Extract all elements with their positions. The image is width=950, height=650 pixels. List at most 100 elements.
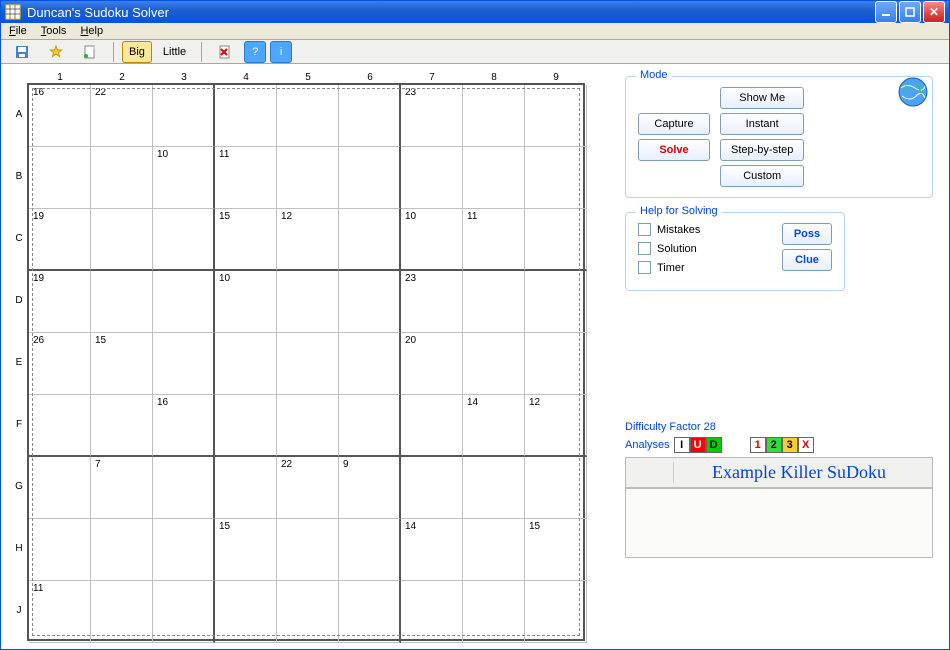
grid-cell[interactable]	[91, 581, 153, 643]
grid-cell[interactable]	[215, 85, 277, 147]
cage-value: 23	[405, 87, 416, 98]
sudoku-grid[interactable]: 1622231011191512101119102326152016141272…	[27, 83, 585, 641]
grid-cell[interactable]	[463, 147, 525, 209]
grid-cell[interactable]	[153, 209, 215, 271]
grid-cell[interactable]	[525, 209, 587, 271]
grid-cell[interactable]	[463, 85, 525, 147]
help-fieldset: Help for Solving Mistakes Solution Timer…	[625, 212, 845, 291]
grid-cell[interactable]	[525, 457, 587, 519]
grid-cell[interactable]	[277, 581, 339, 643]
capture-button[interactable]: Capture	[638, 113, 710, 135]
grid-cell[interactable]	[339, 395, 401, 457]
grid-cell[interactable]	[29, 147, 91, 209]
grid-cell[interactable]	[277, 85, 339, 147]
analysis-chip[interactable]: D	[706, 437, 722, 453]
menu-file[interactable]: File	[9, 25, 27, 37]
solve-button[interactable]: Solve	[638, 139, 710, 161]
grid-cell[interactable]	[277, 333, 339, 395]
grid-cell[interactable]	[215, 333, 277, 395]
grid-cell[interactable]	[463, 519, 525, 581]
grid-cell[interactable]	[29, 457, 91, 519]
grid-cell[interactable]	[153, 457, 215, 519]
app-icon	[5, 4, 21, 20]
grid-cell[interactable]	[339, 209, 401, 271]
grid-cell[interactable]	[91, 519, 153, 581]
clue-button[interactable]: Clue	[782, 249, 832, 271]
timer-checkbox[interactable]	[638, 261, 651, 274]
grid-cell[interactable]	[525, 85, 587, 147]
cage-value: 11	[33, 583, 43, 594]
grid-cell[interactable]	[463, 271, 525, 333]
close-button[interactable]: ✕	[923, 1, 945, 23]
grid-cell[interactable]	[463, 457, 525, 519]
grid-cell[interactable]	[525, 333, 587, 395]
grid-cell[interactable]	[339, 333, 401, 395]
poss-button[interactable]: Poss	[782, 223, 832, 245]
grid-cell[interactable]	[91, 395, 153, 457]
analysis-chip[interactable]: 2	[766, 437, 782, 453]
grid-cell[interactable]	[401, 395, 463, 457]
grid-cell[interactable]	[339, 147, 401, 209]
mistakes-checkbox[interactable]	[638, 223, 651, 236]
grid-cell[interactable]	[401, 457, 463, 519]
grid-cell[interactable]	[277, 147, 339, 209]
cage-value: 22	[95, 87, 106, 98]
maximize-button[interactable]	[899, 1, 921, 23]
custom-button[interactable]: Custom	[720, 165, 804, 187]
grid-cell[interactable]	[339, 271, 401, 333]
analysis-chip[interactable]: U	[690, 437, 706, 453]
grid-cell[interactable]	[525, 581, 587, 643]
help-legend: Help for Solving	[636, 205, 722, 217]
big-toggle[interactable]: Big	[122, 41, 152, 63]
solution-checkbox[interactable]	[638, 242, 651, 255]
toolbar: Big Little ? i	[1, 40, 949, 64]
col-label: 5	[277, 72, 339, 83]
grid-cell[interactable]	[153, 581, 215, 643]
save-icon[interactable]	[7, 41, 37, 63]
grid-cell[interactable]	[463, 581, 525, 643]
grid-cell[interactable]	[91, 209, 153, 271]
grid-cell[interactable]	[91, 147, 153, 209]
grid-cell[interactable]	[153, 271, 215, 333]
grid-cell[interactable]	[401, 581, 463, 643]
analysis-chip[interactable]: 1	[750, 437, 766, 453]
showme-button[interactable]: Show Me	[720, 87, 804, 109]
grid-cell[interactable]	[525, 271, 587, 333]
grid-cell[interactable]	[277, 271, 339, 333]
cage-value: 19	[33, 211, 44, 222]
grid-cell[interactable]	[277, 519, 339, 581]
menu-tools[interactable]: Tools	[41, 25, 67, 37]
instant-button[interactable]: Instant	[720, 113, 804, 135]
grid-cell[interactable]	[339, 519, 401, 581]
analysis-chip[interactable]: 3	[782, 437, 798, 453]
grid-cell[interactable]	[215, 457, 277, 519]
help-icon[interactable]: ?	[244, 41, 266, 63]
minimize-button[interactable]	[875, 1, 897, 23]
menu-help[interactable]: Help	[80, 25, 103, 37]
new-icon[interactable]	[75, 41, 105, 63]
little-toggle[interactable]: Little	[156, 41, 193, 63]
window-buttons: ✕	[875, 1, 945, 23]
grid-cell[interactable]	[153, 519, 215, 581]
status-title-bar: Example Killer SuDoku	[625, 457, 933, 488]
grid-cell[interactable]	[153, 333, 215, 395]
grid-cell[interactable]	[401, 147, 463, 209]
star-icon[interactable]	[41, 41, 71, 63]
grid-cell[interactable]	[339, 85, 401, 147]
grid-cell[interactable]	[277, 395, 339, 457]
clear-icon[interactable]	[210, 41, 240, 63]
analysis-chip[interactable]: X	[798, 437, 814, 453]
grid-cell[interactable]	[215, 395, 277, 457]
grid-cell[interactable]	[153, 85, 215, 147]
grid-cell[interactable]	[463, 333, 525, 395]
grid-cell[interactable]	[29, 395, 91, 457]
stepbystep-button[interactable]: Step-by-step	[720, 139, 804, 161]
grid-cell[interactable]	[339, 581, 401, 643]
grid-cell[interactable]	[215, 581, 277, 643]
grid-cell[interactable]	[91, 271, 153, 333]
cage-value: 16	[157, 397, 168, 408]
analysis-chip[interactable]: I	[674, 437, 690, 453]
grid-cell[interactable]	[525, 147, 587, 209]
info-icon[interactable]: i	[270, 41, 292, 63]
grid-cell[interactable]	[29, 519, 91, 581]
